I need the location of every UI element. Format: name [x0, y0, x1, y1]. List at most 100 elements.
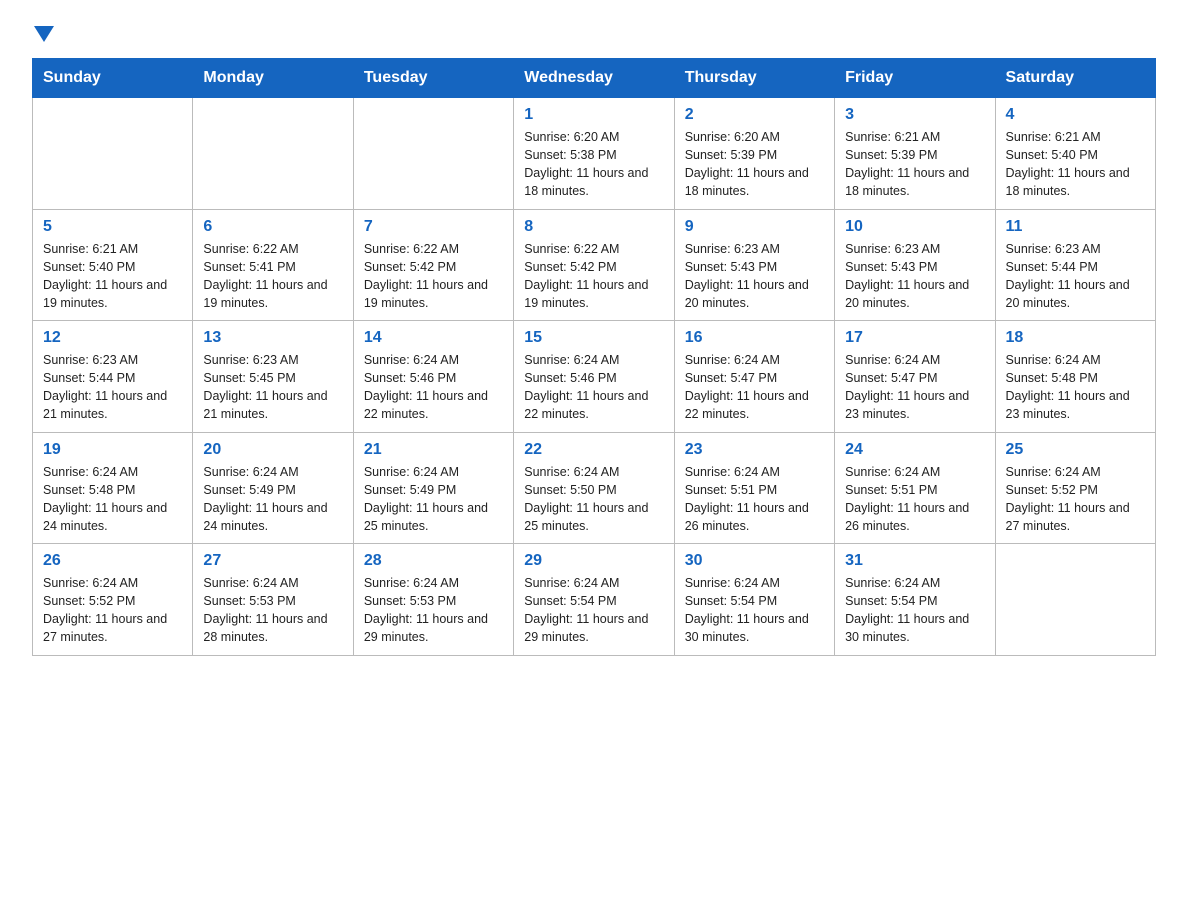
- calendar-cell: 25 Sunrise: 6:24 AM Sunset: 5:52 PM Dayli…: [995, 432, 1155, 544]
- day-info: Sunrise: 6:22 AM Sunset: 5:42 PM Dayligh…: [524, 240, 663, 313]
- calendar-cell: 4Sunrise: 6:21 AM Sunset: 5:40 PM Daylig…: [995, 98, 1155, 210]
- calendar-cell: 16 Sunrise: 6:24 AM Sunset: 5:47 PM Dayli…: [674, 321, 834, 433]
- calendar-week-row: 1Sunrise: 6:20 AM Sunset: 5:38 PM Daylig…: [33, 98, 1156, 210]
- day-number: 26: [43, 552, 182, 570]
- day-number: 31: [845, 552, 984, 570]
- day-info: Sunrise: 6:24 AM Sunset: 5:51 PM Dayligh…: [845, 463, 984, 536]
- calendar-cell: 29 Sunrise: 6:24 AM Sunset: 5:54 PM Dayli…: [514, 544, 674, 656]
- day-number: 22: [524, 441, 663, 459]
- calendar-cell: 28Sunrise: 6:24 AM Sunset: 5:53 PM Dayli…: [353, 544, 513, 656]
- day-number: 16: [685, 329, 824, 347]
- day-of-week-header-sunday: Sunday: [33, 59, 193, 98]
- logo: [32, 24, 54, 40]
- day-info: Sunrise: 6:24 AM Sunset: 5:47 PM Dayligh…: [685, 351, 824, 424]
- calendar-cell: 14 Sunrise: 6:24 AM Sunset: 5:46 PM Dayli…: [353, 321, 513, 433]
- day-info: Sunrise: 6:24 AM Sunset: 5:46 PM Dayligh…: [364, 351, 503, 424]
- calendar-cell: 24 Sunrise: 6:24 AM Sunset: 5:51 PM Dayli…: [835, 432, 995, 544]
- day-info: Sunrise: 6:24 AM Sunset: 5:54 PM Dayligh…: [845, 574, 984, 647]
- day-info: Sunrise: 6:24 AM Sunset: 5:53 PM Dayligh…: [203, 574, 342, 647]
- calendar-cell: 27Sunrise: 6:24 AM Sunset: 5:53 PM Dayli…: [193, 544, 353, 656]
- calendar-cell: 5 Sunrise: 6:21 AM Sunset: 5:40 PM Daylig…: [33, 209, 193, 321]
- calendar-cell: 21Sunrise: 6:24 AM Sunset: 5:49 PM Dayli…: [353, 432, 513, 544]
- day-number: 13: [203, 329, 342, 347]
- logo-triangle-icon: [34, 26, 54, 42]
- day-info: Sunrise: 6:22 AM Sunset: 5:42 PM Dayligh…: [364, 240, 503, 313]
- calendar-cell: 6 Sunrise: 6:22 AM Sunset: 5:41 PM Daylig…: [193, 209, 353, 321]
- day-number: 18: [1006, 329, 1145, 347]
- day-info: Sunrise: 6:21 AM Sunset: 5:39 PM Dayligh…: [845, 128, 984, 201]
- day-info: Sunrise: 6:24 AM Sunset: 5:49 PM Dayligh…: [203, 463, 342, 536]
- day-info: Sunrise: 6:24 AM Sunset: 5:51 PM Dayligh…: [685, 463, 824, 536]
- calendar-cell: 9 Sunrise: 6:23 AM Sunset: 5:43 PM Daylig…: [674, 209, 834, 321]
- calendar-cell: [193, 98, 353, 210]
- day-number: 15: [524, 329, 663, 347]
- day-info: Sunrise: 6:22 AM Sunset: 5:41 PM Dayligh…: [203, 240, 342, 313]
- day-info: Sunrise: 6:24 AM Sunset: 5:52 PM Dayligh…: [43, 574, 182, 647]
- calendar-cell: 26 Sunrise: 6:24 AM Sunset: 5:52 PM Dayli…: [33, 544, 193, 656]
- calendar-cell: 18 Sunrise: 6:24 AM Sunset: 5:48 PM Dayli…: [995, 321, 1155, 433]
- day-number: 9: [685, 218, 824, 236]
- day-info: Sunrise: 6:24 AM Sunset: 5:52 PM Dayligh…: [1006, 463, 1145, 536]
- day-number: 17: [845, 329, 984, 347]
- day-of-week-header-tuesday: Tuesday: [353, 59, 513, 98]
- day-info: Sunrise: 6:23 AM Sunset: 5:43 PM Dayligh…: [845, 240, 984, 313]
- day-of-week-header-wednesday: Wednesday: [514, 59, 674, 98]
- calendar-cell: 1Sunrise: 6:20 AM Sunset: 5:38 PM Daylig…: [514, 98, 674, 210]
- calendar-cell: 15 Sunrise: 6:24 AM Sunset: 5:46 PM Dayli…: [514, 321, 674, 433]
- day-number: 6: [203, 218, 342, 236]
- calendar-cell: 30Sunrise: 6:24 AM Sunset: 5:54 PM Dayli…: [674, 544, 834, 656]
- day-number: 24: [845, 441, 984, 459]
- calendar-cell: 12Sunrise: 6:23 AM Sunset: 5:44 PM Dayli…: [33, 321, 193, 433]
- calendar-cell: 22Sunrise: 6:24 AM Sunset: 5:50 PM Dayli…: [514, 432, 674, 544]
- day-info: Sunrise: 6:24 AM Sunset: 5:48 PM Dayligh…: [43, 463, 182, 536]
- calendar-week-row: 5 Sunrise: 6:21 AM Sunset: 5:40 PM Daylig…: [33, 209, 1156, 321]
- calendar-cell: 8 Sunrise: 6:22 AM Sunset: 5:42 PM Daylig…: [514, 209, 674, 321]
- calendar-cell: 7Sunrise: 6:22 AM Sunset: 5:42 PM Daylig…: [353, 209, 513, 321]
- calendar-week-row: 19 Sunrise: 6:24 AM Sunset: 5:48 PM Dayli…: [33, 432, 1156, 544]
- day-number: 3: [845, 106, 984, 124]
- calendar-cell: 31 Sunrise: 6:24 AM Sunset: 5:54 PM Dayli…: [835, 544, 995, 656]
- day-info: Sunrise: 6:24 AM Sunset: 5:46 PM Dayligh…: [524, 351, 663, 424]
- day-info: Sunrise: 6:23 AM Sunset: 5:43 PM Dayligh…: [685, 240, 824, 313]
- calendar-cell: 10 Sunrise: 6:23 AM Sunset: 5:43 PM Dayli…: [835, 209, 995, 321]
- day-of-week-header-thursday: Thursday: [674, 59, 834, 98]
- day-number: 14: [364, 329, 503, 347]
- day-info: Sunrise: 6:24 AM Sunset: 5:48 PM Dayligh…: [1006, 351, 1145, 424]
- day-info: Sunrise: 6:24 AM Sunset: 5:54 PM Dayligh…: [524, 574, 663, 647]
- day-number: 8: [524, 218, 663, 236]
- day-of-week-header-friday: Friday: [835, 59, 995, 98]
- calendar-week-row: 12Sunrise: 6:23 AM Sunset: 5:44 PM Dayli…: [33, 321, 1156, 433]
- day-info: Sunrise: 6:23 AM Sunset: 5:44 PM Dayligh…: [1006, 240, 1145, 313]
- calendar-cell: 20 Sunrise: 6:24 AM Sunset: 5:49 PM Dayli…: [193, 432, 353, 544]
- calendar-cell: 11 Sunrise: 6:23 AM Sunset: 5:44 PM Dayli…: [995, 209, 1155, 321]
- calendar-week-row: 26 Sunrise: 6:24 AM Sunset: 5:52 PM Dayli…: [33, 544, 1156, 656]
- day-number: 19: [43, 441, 182, 459]
- day-number: 29: [524, 552, 663, 570]
- calendar-cell: 3 Sunrise: 6:21 AM Sunset: 5:39 PM Daylig…: [835, 98, 995, 210]
- calendar-cell: 17Sunrise: 6:24 AM Sunset: 5:47 PM Dayli…: [835, 321, 995, 433]
- calendar-cell: 13 Sunrise: 6:23 AM Sunset: 5:45 PM Dayli…: [193, 321, 353, 433]
- day-number: 10: [845, 218, 984, 236]
- page-header: [32, 24, 1156, 40]
- day-info: Sunrise: 6:23 AM Sunset: 5:44 PM Dayligh…: [43, 351, 182, 424]
- day-number: 23: [685, 441, 824, 459]
- day-number: 5: [43, 218, 182, 236]
- day-number: 2: [685, 106, 824, 124]
- day-number: 11: [1006, 218, 1145, 236]
- day-number: 28: [364, 552, 503, 570]
- day-number: 25: [1006, 441, 1145, 459]
- day-info: Sunrise: 6:24 AM Sunset: 5:54 PM Dayligh…: [685, 574, 824, 647]
- day-number: 1: [524, 106, 663, 124]
- calendar-header-row: SundayMondayTuesdayWednesdayThursdayFrid…: [33, 59, 1156, 98]
- day-info: Sunrise: 6:21 AM Sunset: 5:40 PM Dayligh…: [43, 240, 182, 313]
- calendar-cell: 19 Sunrise: 6:24 AM Sunset: 5:48 PM Dayli…: [33, 432, 193, 544]
- day-number: 4: [1006, 106, 1145, 124]
- calendar-cell: [353, 98, 513, 210]
- calendar-cell: 23 Sunrise: 6:24 AM Sunset: 5:51 PM Dayli…: [674, 432, 834, 544]
- day-of-week-header-monday: Monday: [193, 59, 353, 98]
- day-info: Sunrise: 6:24 AM Sunset: 5:49 PM Dayligh…: [364, 463, 503, 536]
- calendar-cell: 2Sunrise: 6:20 AM Sunset: 5:39 PM Daylig…: [674, 98, 834, 210]
- calendar-cell: [33, 98, 193, 210]
- day-number: 20: [203, 441, 342, 459]
- day-info: Sunrise: 6:23 AM Sunset: 5:45 PM Dayligh…: [203, 351, 342, 424]
